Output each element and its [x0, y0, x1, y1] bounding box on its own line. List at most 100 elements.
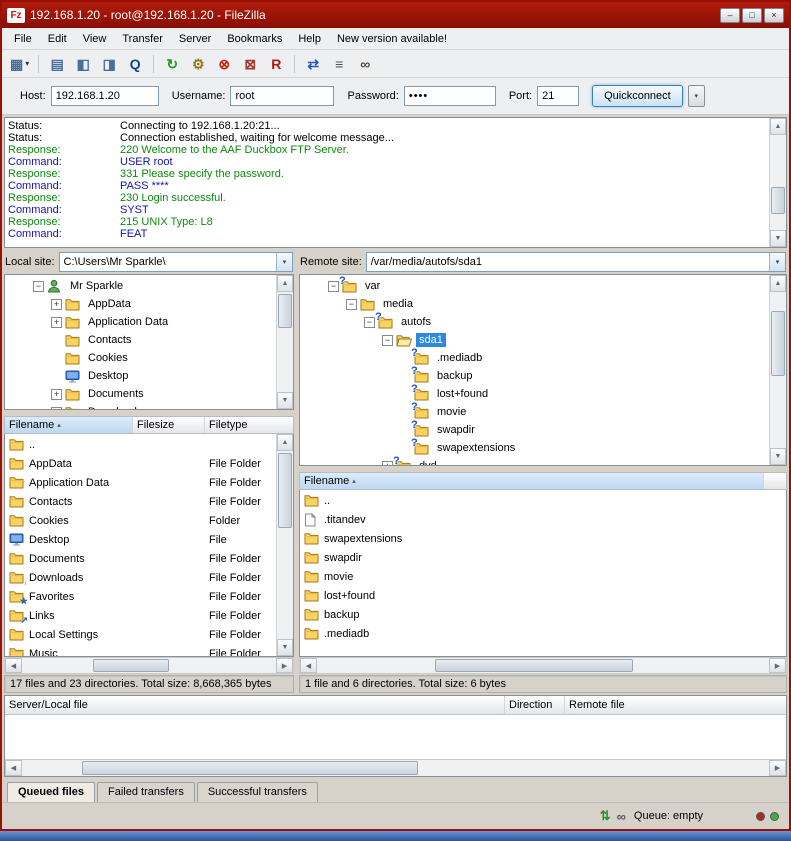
- menu-help[interactable]: Help: [290, 30, 329, 48]
- menu-new-version-available[interactable]: New version available!: [329, 30, 455, 48]
- list-item-movie[interactable]: movie: [300, 567, 786, 586]
- plus-expander-icon[interactable]: +: [51, 389, 62, 400]
- tree-item-mediadb[interactable]: ?.mediadb: [300, 349, 769, 367]
- scroll-right-button[interactable]: ▶: [769, 760, 786, 776]
- quickconnect-dropdown-button[interactable]: ▾: [688, 85, 705, 107]
- list-item-links[interactable]: ↗LinksFile Folder: [5, 606, 276, 625]
- transfer-queue[interactable]: [5, 715, 786, 759]
- scrollbar-thumb[interactable]: [278, 453, 292, 528]
- list-item-swapdir[interactable]: swapdir: [300, 548, 786, 567]
- tree-item-documents[interactable]: +Documents: [5, 385, 276, 403]
- tree-item-lost-found[interactable]: ?lost+found: [300, 385, 769, 403]
- cancel-operation-button[interactable]: ⊗: [212, 53, 236, 75]
- tab-failed-transfers[interactable]: Failed transfers: [97, 782, 195, 802]
- message-log[interactable]: Status:Connecting to 192.168.1.20:21...S…: [5, 118, 769, 247]
- scrollbar-track[interactable]: [770, 292, 786, 448]
- column-header-filename[interactable]: Filename▴: [300, 473, 764, 489]
- plus-expander-icon[interactable]: +: [382, 461, 393, 466]
- column-header-filetype[interactable]: Filetype: [205, 417, 293, 433]
- tree-item-swapextensions[interactable]: ?swapextensions: [300, 439, 769, 457]
- remote-directory-tree[interactable]: −?var−media−?autofs−sda1?.mediadb?backup…: [300, 275, 769, 465]
- scroll-left-button[interactable]: ◀: [300, 658, 317, 673]
- column-header-filesize[interactable]: Filesize: [133, 417, 205, 433]
- remote-site-combo[interactable]: /var/media/autofs/sda1 ▾: [366, 252, 786, 272]
- scroll-down-button[interactable]: ▼: [770, 230, 786, 247]
- column-header-remote-file[interactable]: Remote file: [565, 696, 786, 714]
- tree-item-sda1[interactable]: −sda1: [300, 331, 769, 349]
- combo-dropdown-button[interactable]: ▾: [276, 253, 292, 271]
- scrollbar-track[interactable]: [22, 760, 769, 776]
- list-item-documents[interactable]: DocumentsFile Folder: [5, 549, 276, 568]
- tree-item-movie[interactable]: ?movie: [300, 403, 769, 421]
- combo-dropdown-button[interactable]: ▾: [769, 253, 785, 271]
- scrollbar-thumb[interactable]: [278, 294, 292, 328]
- list-item-cookies[interactable]: CookiesFolder: [5, 511, 276, 530]
- local-site-combo[interactable]: C:\Users\Mr Sparkle\ ▾: [59, 252, 293, 272]
- minus-expander-icon[interactable]: −: [328, 281, 339, 292]
- scrollbar-track[interactable]: [317, 658, 769, 673]
- list-item-downloads[interactable]: ↓DownloadsFile Folder: [5, 568, 276, 587]
- scrollbar-thumb[interactable]: [82, 761, 418, 775]
- scrollbar-thumb[interactable]: [435, 659, 634, 672]
- close-button[interactable]: ×: [764, 8, 784, 23]
- refresh-button[interactable]: ↻: [160, 53, 184, 75]
- toggle-transfer-queue-button[interactable]: Q: [123, 53, 147, 75]
- scroll-down-button[interactable]: ▼: [277, 392, 293, 409]
- list-item-lost-found[interactable]: lost+found: [300, 586, 786, 605]
- local-list-scrollbar[interactable]: ▲ ▼: [276, 434, 293, 656]
- find-files-button[interactable]: ∞: [353, 53, 377, 75]
- tree-item-cookies[interactable]: Cookies: [5, 349, 276, 367]
- tree-item-autofs[interactable]: −?autofs: [300, 313, 769, 331]
- menu-edit[interactable]: Edit: [40, 30, 75, 48]
- list-item-backup[interactable]: backup: [300, 605, 786, 624]
- scroll-down-button[interactable]: ▼: [770, 448, 786, 465]
- list-item-titandev[interactable]: .titandev: [300, 510, 786, 529]
- local-directory-tree[interactable]: −Mr Sparkle+AppData+Application DataCont…: [5, 275, 276, 409]
- column-header-server-local-file[interactable]: Server/Local file: [5, 696, 505, 714]
- site-manager-button[interactable]: ▦▾: [7, 53, 32, 75]
- toggle-local-tree-button[interactable]: ◧: [71, 53, 95, 75]
- minus-expander-icon[interactable]: −: [364, 317, 375, 328]
- list-item-application-data[interactable]: Application DataFile Folder: [5, 473, 276, 492]
- list-item-local-settings[interactable]: Local SettingsFile Folder: [5, 625, 276, 644]
- tree-item-contacts[interactable]: Contacts: [5, 331, 276, 349]
- remote-horizontal-scrollbar[interactable]: ◀ ▶: [299, 657, 787, 674]
- plus-expander-icon[interactable]: +: [51, 317, 62, 328]
- tree-item-mr-sparkle[interactable]: −Mr Sparkle: [5, 277, 276, 295]
- list-item-music[interactable]: ♪MusicFile Folder: [5, 644, 276, 656]
- host-input[interactable]: [51, 86, 159, 106]
- list-item-contacts[interactable]: ContactsFile Folder: [5, 492, 276, 511]
- menu-server[interactable]: Server: [171, 30, 219, 48]
- column-header-filename[interactable]: Filename▴: [5, 417, 133, 433]
- scroll-right-button[interactable]: ▶: [276, 658, 293, 673]
- reconnect-button[interactable]: R: [264, 53, 288, 75]
- menu-bookmarks[interactable]: Bookmarks: [219, 30, 290, 48]
- port-input[interactable]: [537, 86, 579, 106]
- list-item-mediadb[interactable]: .mediadb: [300, 624, 786, 643]
- tree-item-downloads[interactable]: +Downloads: [5, 403, 276, 409]
- minus-expander-icon[interactable]: −: [33, 281, 44, 292]
- menu-transfer[interactable]: Transfer: [114, 30, 171, 48]
- tree-item-desktop[interactable]: Desktop: [5, 367, 276, 385]
- maximize-button[interactable]: □: [742, 8, 762, 23]
- username-input[interactable]: [230, 86, 334, 106]
- scrollbar-track[interactable]: [22, 658, 276, 673]
- scroll-up-button[interactable]: ▲: [277, 275, 293, 292]
- scroll-left-button[interactable]: ◀: [5, 760, 22, 776]
- plus-expander-icon[interactable]: +: [51, 407, 62, 410]
- tree-item-swapdir[interactable]: ?swapdir: [300, 421, 769, 439]
- tree-item-media[interactable]: −media: [300, 295, 769, 313]
- scrollbar-track[interactable]: [770, 135, 786, 230]
- tree-item-appdata[interactable]: +AppData: [5, 295, 276, 313]
- tree-item-dvd[interactable]: +?dvd: [300, 457, 769, 465]
- toggle-message-log-button[interactable]: ▤: [45, 53, 69, 75]
- scrollbar-thumb[interactable]: [771, 311, 785, 377]
- quickconnect-button[interactable]: Quickconnect: [592, 85, 683, 107]
- directory-comparison-button[interactable]: ⇄: [301, 53, 325, 75]
- column-header-direction[interactable]: Direction: [505, 696, 565, 714]
- scrollbar-thumb[interactable]: [93, 659, 169, 672]
- scroll-up-button[interactable]: ▲: [770, 118, 786, 135]
- process-queue-button[interactable]: ⚙: [186, 53, 210, 75]
- list-item-item[interactable]: ..: [5, 435, 276, 454]
- minus-expander-icon[interactable]: −: [346, 299, 357, 310]
